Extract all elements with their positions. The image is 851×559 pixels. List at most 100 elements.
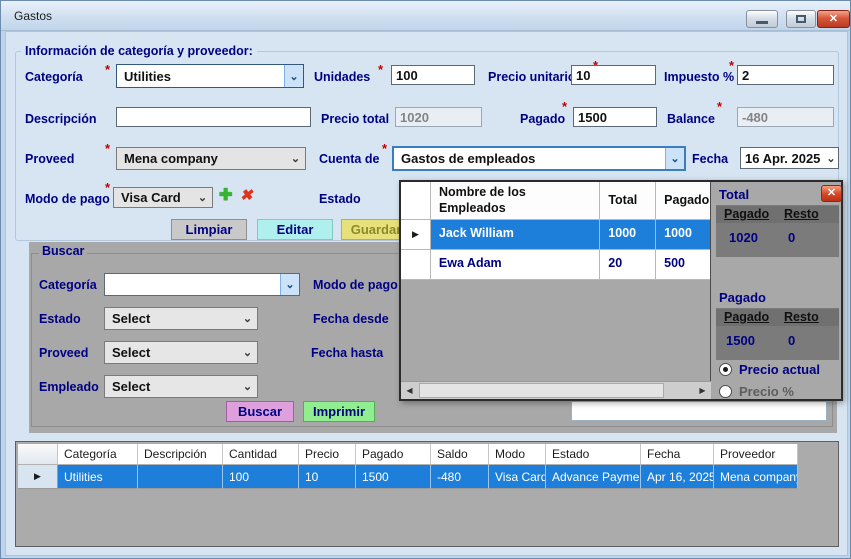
search-empleado-select[interactable]: Select ⌄	[104, 375, 258, 398]
radio-dot	[723, 367, 728, 372]
chevron-down-icon[interactable]: ⌄	[280, 274, 299, 295]
proveed-label: Proveed	[25, 152, 74, 166]
delete-payment-icon[interactable]: ✖	[240, 186, 253, 204]
impuesto-label: Impuesto %	[664, 70, 734, 84]
column-header-nombre[interactable]: Nombre de los Empleados	[431, 182, 600, 220]
total-pagado-value: 1020	[729, 230, 758, 245]
chevron-down-icon[interactable]: ⌄	[286, 148, 305, 169]
proveed-combobox[interactable]: Mena company ⌄	[116, 147, 306, 170]
add-payment-icon[interactable]: ✚	[219, 185, 232, 205]
total-resto-value: 0	[788, 230, 795, 245]
search-proveed-select[interactable]: Select ⌄	[104, 341, 258, 364]
cell-nombre[interactable]: Ewa Adam	[431, 250, 600, 280]
impuesto-input[interactable]	[737, 65, 834, 85]
row-header[interactable]	[401, 250, 431, 280]
buscar-button[interactable]: Buscar	[226, 401, 294, 422]
column-header-proveedor[interactable]: Proveedor	[714, 444, 798, 465]
resto-column-header: Resto	[784, 207, 819, 221]
fecha-datepicker[interactable]: 16 Apr. 2025 ⌄	[740, 147, 839, 169]
gastos-window: Gastos ✕ Información de categoría y prov…	[0, 0, 851, 559]
column-header-categoria[interactable]: Categoría	[58, 444, 138, 465]
scroll-right-icon[interactable]: ▶	[694, 382, 711, 399]
row-header[interactable]: ▶	[401, 220, 431, 250]
cell-precio[interactable]: 10	[299, 465, 356, 489]
precio-total-label: Precio total	[321, 112, 389, 126]
minimize-button[interactable]	[746, 10, 778, 28]
search-categoria-label: Categoría	[39, 278, 97, 292]
cell-nombre[interactable]: Jack William	[431, 220, 600, 250]
row-header[interactable]: ▶	[18, 465, 58, 489]
editar-button[interactable]: Editar	[257, 219, 333, 240]
cell-modo[interactable]: Visa Card	[489, 465, 546, 489]
results-grid: Categoría Descripción Cantidad Precio Pa…	[15, 441, 839, 547]
fecha-desde-label: Fecha desde	[313, 312, 389, 326]
balance-field	[737, 107, 834, 127]
chevron-down-icon[interactable]: ⌄	[193, 188, 212, 207]
pagado-column-header: Pagado	[724, 310, 769, 324]
cell-categoria[interactable]: Utilities	[58, 465, 138, 489]
maximize-button[interactable]	[786, 10, 816, 28]
chevron-down-icon[interactable]: ⌄	[238, 342, 257, 363]
precio-actual-radio[interactable]	[719, 363, 732, 376]
cell-fecha[interactable]: Apr 16, 2025	[641, 465, 714, 489]
cell-pagado[interactable]: 500	[656, 250, 710, 280]
column-header-cantidad[interactable]: Cantidad	[223, 444, 299, 465]
results-data-row[interactable]: ▶ Utilities 100 10 1500 -480 Visa Card A…	[18, 465, 798, 489]
column-header-saldo[interactable]: Saldo	[431, 444, 489, 465]
cuenta-combobox[interactable]: Gastos de empleados ⌄	[392, 146, 686, 171]
cell-pagado[interactable]: 1000	[656, 220, 710, 250]
search-estado-value: Select	[105, 311, 238, 326]
cell-total[interactable]: 20	[600, 250, 656, 280]
hidden-text-field[interactable]	[571, 401, 827, 421]
cell-saldo[interactable]: -480	[431, 465, 489, 489]
unidades-input[interactable]	[391, 65, 475, 85]
precio-unitario-input[interactable]	[571, 65, 656, 85]
pagado-input[interactable]	[573, 107, 657, 127]
cell-proveedor[interactable]: Mena company	[714, 465, 798, 489]
close-window-button[interactable]: ✕	[817, 10, 850, 28]
chevron-down-icon[interactable]: ⌄	[238, 308, 257, 329]
chevron-down-icon[interactable]: ⌄	[665, 148, 684, 169]
search-categoria-combobox[interactable]: ⌄	[104, 273, 300, 296]
chevron-down-icon[interactable]: ⌄	[824, 148, 838, 168]
row-selector-icon: ▶	[412, 229, 419, 240]
title-bar[interactable]: Gastos ✕	[1, 1, 850, 31]
descripcion-input[interactable]	[116, 107, 311, 127]
modo-de-pago-label: Modo de pago	[25, 192, 110, 206]
empleado-row-selected[interactable]: ▶ Jack William 1000 1000	[401, 220, 710, 250]
chevron-down-icon[interactable]: ⌄	[238, 376, 257, 397]
grid-corner-cell[interactable]	[18, 444, 58, 465]
cell-estado[interactable]: Advance Payment	[546, 465, 641, 489]
chevron-down-icon[interactable]: ⌄	[284, 65, 303, 87]
column-header-descripcion[interactable]: Descripción	[138, 444, 223, 465]
modo-de-pago-combobox[interactable]: Visa Card ⌄	[113, 187, 213, 208]
precio-pct-radio[interactable]	[719, 385, 732, 398]
precio-actual-label: Precio actual	[739, 362, 820, 377]
column-header-fecha[interactable]: Fecha	[641, 444, 714, 465]
empleado-row[interactable]: Ewa Adam 20 500	[401, 250, 710, 280]
column-header-pagado[interactable]: Pagado	[656, 182, 710, 220]
empleados-popup: Nombre de los Empleados Total Pagado ▶ J…	[399, 180, 843, 401]
column-header-modo[interactable]: Modo	[489, 444, 546, 465]
categoria-required-marker: *	[105, 62, 110, 77]
total-stats-box: Pagado Resto 1020 0	[716, 205, 839, 257]
column-header-pagado[interactable]: Pagado	[356, 444, 431, 465]
popup-close-button[interactable]: ✕	[821, 185, 842, 202]
categoria-combobox[interactable]: Utilities ⌄	[116, 64, 304, 88]
grid-corner-cell[interactable]	[401, 182, 431, 220]
column-header-precio[interactable]: Precio	[299, 444, 356, 465]
cell-pagado[interactable]: 1500	[356, 465, 431, 489]
imprimir-button[interactable]: Imprimir	[303, 401, 375, 422]
cell-descripcion[interactable]	[138, 465, 223, 489]
horizontal-scrollbar[interactable]: ◀ ▶	[401, 381, 711, 399]
precio-pct-label: Precio %	[739, 384, 794, 399]
search-empleado-value: Select	[105, 379, 238, 394]
cell-cantidad[interactable]: 100	[223, 465, 299, 489]
scroll-left-icon[interactable]: ◀	[401, 382, 418, 399]
scrollbar-thumb[interactable]	[419, 383, 664, 398]
cell-total[interactable]: 1000	[600, 220, 656, 250]
search-estado-select[interactable]: Select ⌄	[104, 307, 258, 330]
column-header-estado[interactable]: Estado	[546, 444, 641, 465]
limpiar-button[interactable]: Limpiar	[171, 219, 247, 240]
column-header-total[interactable]: Total	[600, 182, 656, 220]
